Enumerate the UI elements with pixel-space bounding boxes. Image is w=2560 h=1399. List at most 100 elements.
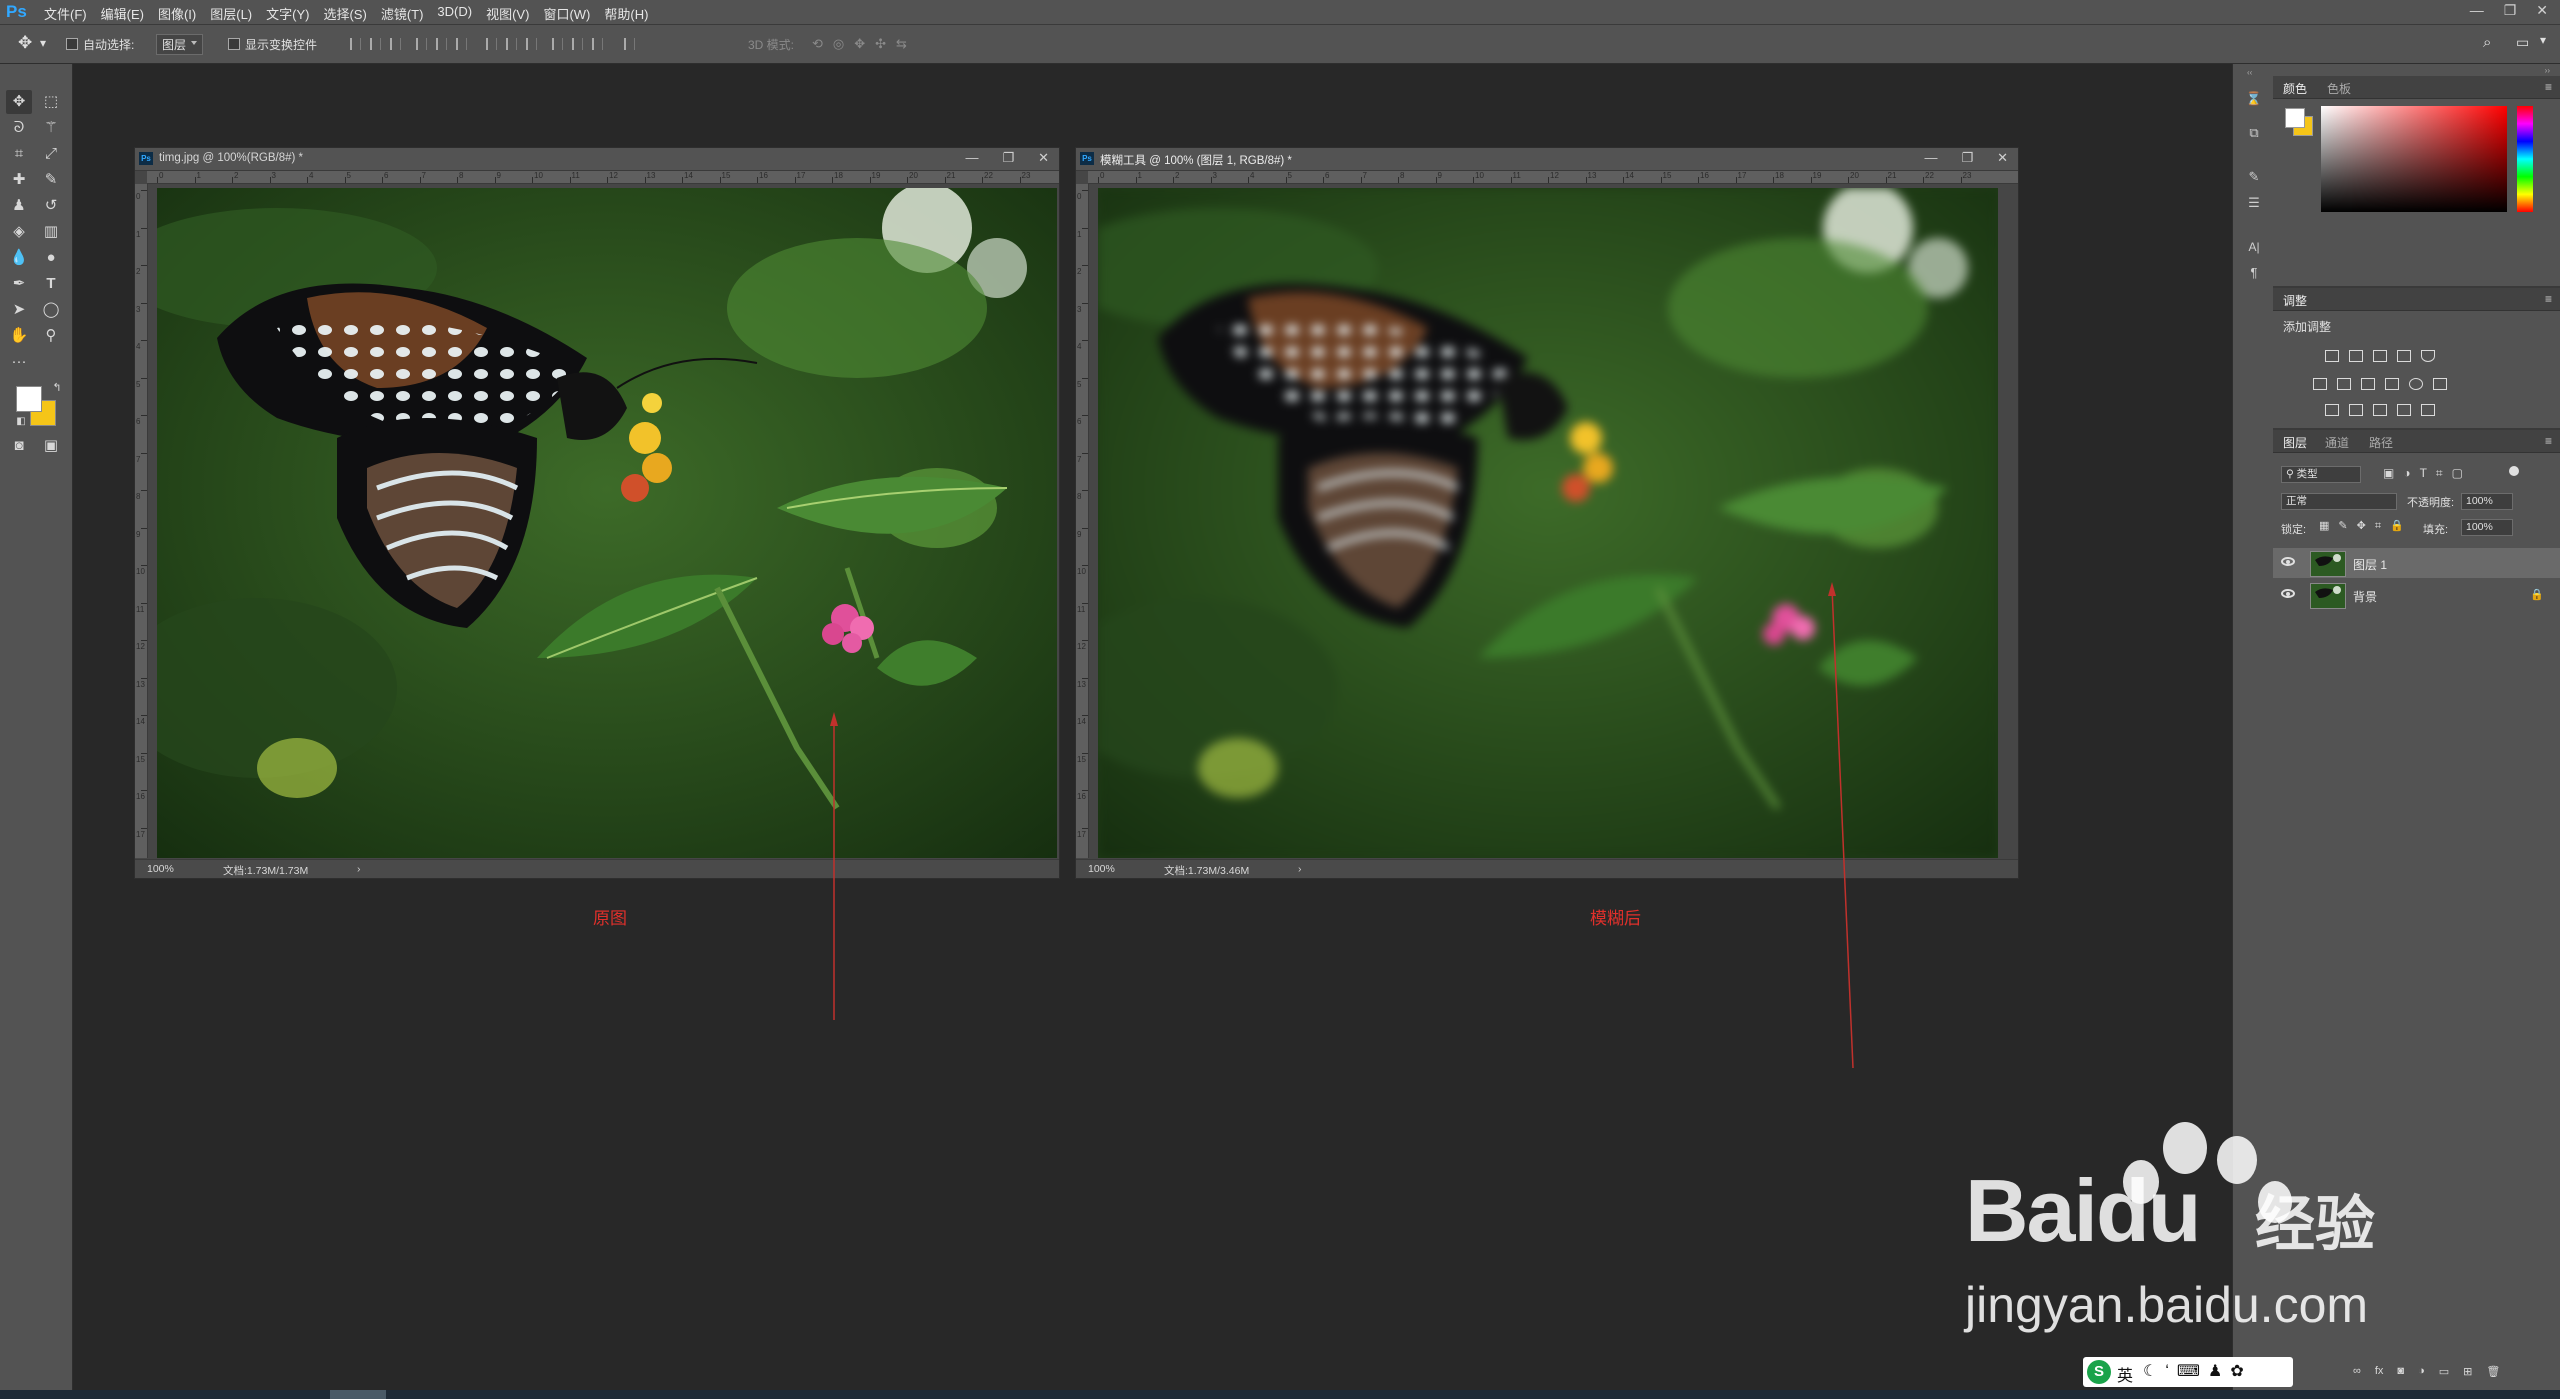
pen-tool-icon[interactable]: ✒: [6, 272, 32, 296]
show-transform-checkbox[interactable]: 显示变换控件: [228, 36, 317, 53]
zoom-level[interactable]: 100%: [147, 863, 174, 875]
auto-align-icon[interactable]: [624, 38, 635, 50]
dodge-tool-icon[interactable]: ●: [38, 246, 64, 270]
posterize-icon[interactable]: [2349, 404, 2363, 416]
tab-adjustments[interactable]: 调整: [2283, 292, 2307, 309]
opacity-field[interactable]: 100%: [2461, 493, 2513, 510]
lasso-tool-icon[interactable]: ᘐ: [6, 116, 32, 140]
vertical-ruler[interactable]: 0 1 2 3 4 5 6 7 8 9 10 11 12 13 14 15 16 17: [135, 184, 148, 858]
doc-restore-button[interactable]: ❐: [1002, 150, 1014, 166]
panel-menu-icon[interactable]: ≡: [2545, 434, 2552, 448]
move-tool-icon[interactable]: ✥: [6, 90, 32, 114]
menu-image[interactable]: 图像(I): [158, 4, 196, 23]
default-colors-icon[interactable]: ◧: [8, 410, 34, 434]
trash-icon[interactable]: 🗑: [2486, 1365, 2500, 1378]
document-window-blurred[interactable]: Ps 模糊工具 @ 100% (图层 1, RGB/8#) * — ❐ ✕ 0 1…: [1075, 147, 2019, 879]
status-menu-chevron-icon[interactable]: ›: [357, 863, 361, 875]
tab-layers[interactable]: 图层: [2283, 434, 2307, 451]
workspace-chevron-icon[interactable]: ▾: [2540, 33, 2546, 47]
menu-select[interactable]: 选择(S): [323, 4, 366, 23]
layer-filter-icons[interactable]: ▣◑T⌗▢: [2383, 466, 2472, 481]
doc-close-button[interactable]: ✕: [1997, 150, 2008, 166]
levels-icon[interactable]: [2349, 350, 2363, 362]
restore-button[interactable]: ❐: [2504, 2, 2517, 19]
brush-panel-icon[interactable]: ✎: [2245, 168, 2263, 186]
auto-select-dropdown[interactable]: 图层: [156, 34, 204, 55]
ime-tool-icons[interactable]: ☾ʻ⌨♟✿: [2143, 1361, 2252, 1381]
panel-menu-icon[interactable]: ≡: [2545, 292, 2552, 306]
menu-filter[interactable]: 滤镜(T): [381, 4, 424, 23]
lock-icons[interactable]: ▦✎✥⌗🔒: [2319, 519, 2413, 533]
align-hcenter-icon[interactable]: [436, 38, 447, 50]
document-window-original[interactable]: Ps timg.jpg @ 100%(RGB/8#) * — ❐ ✕ 01234…: [134, 147, 1060, 879]
tool-preset-chevron-icon[interactable]: ▾: [40, 36, 46, 50]
healing-brush-tool-icon[interactable]: ✚: [6, 168, 32, 192]
history-brush-tool-icon[interactable]: ↺: [38, 194, 64, 218]
channel-mixer-icon[interactable]: [2409, 378, 2423, 390]
gradient-tool-icon[interactable]: ▥: [38, 220, 64, 244]
mask-icon[interactable]: ◙: [2397, 1365, 2404, 1378]
close-button[interactable]: ✕: [2536, 2, 2548, 19]
menu-layer[interactable]: 图层(L): [210, 4, 252, 23]
adjustment-icon[interactable]: ◑: [2418, 1365, 2425, 1378]
vibrance-icon[interactable]: [2421, 350, 2435, 362]
ellipse-tool-icon[interactable]: ◯: [38, 298, 64, 322]
black-white-icon[interactable]: [2361, 378, 2375, 390]
zoom-tool-icon[interactable]: ⚲: [38, 324, 64, 348]
taskbar-item[interactable]: [330, 1390, 386, 1399]
align-right-icon[interactable]: [456, 38, 467, 50]
foreground-color-swatch-top[interactable]: [16, 386, 42, 412]
color-field[interactable]: [2321, 106, 2507, 212]
exposure-icon[interactable]: [2397, 350, 2411, 362]
menu-edit[interactable]: 编辑(E): [101, 4, 144, 23]
swap-colors-icon[interactable]: ↰: [44, 376, 70, 400]
clone-stamp-tool-icon[interactable]: ♟: [6, 194, 32, 218]
horizontal-ruler[interactable]: 0 1 2 3 4 5 6 7 8 9 10 11 12 13 14 15 16 17 18 19 20 21 22 23: [1088, 171, 2018, 184]
gradient-map-icon[interactable]: [2421, 404, 2435, 416]
collapse-strip-chevron-icon[interactable]: ‹‹: [2247, 68, 2252, 77]
hand-tool-icon[interactable]: ✋: [6, 324, 32, 348]
eye-icon[interactable]: [2281, 557, 2295, 566]
menu-view[interactable]: 视图(V): [486, 4, 529, 23]
blend-mode-dropdown[interactable]: 正常: [2281, 493, 2397, 510]
align-left-icon[interactable]: [416, 38, 427, 50]
hue-slider[interactable]: [2517, 106, 2533, 212]
collapse-panels-chevron-icon[interactable]: ››: [2545, 66, 2550, 75]
vertical-ruler[interactable]: 0 1 2 3 4 5 6 7 8 9 10 11 12 13 14 15 16 17: [1076, 184, 1089, 858]
character-panel-icon[interactable]: A|: [2245, 238, 2263, 256]
layer-filter-dropdown[interactable]: ⚲ 类型: [2281, 466, 2361, 483]
image-canvas[interactable]: [157, 188, 1057, 858]
threshold-icon[interactable]: [2373, 404, 2387, 416]
layer-row-layer1[interactable]: 图层 1: [2273, 548, 2560, 578]
eye-icon[interactable]: [2281, 589, 2295, 598]
doc-restore-button[interactable]: ❐: [1961, 150, 1973, 166]
selective-color-icon[interactable]: [2397, 404, 2411, 416]
distribute-top-icon[interactable]: [486, 38, 497, 50]
status-menu-chevron-icon[interactable]: ›: [1298, 863, 1302, 875]
curves-icon[interactable]: [2373, 350, 2387, 362]
invert-icon[interactable]: [2325, 404, 2339, 416]
layer-row-background[interactable]: 背景 🔒: [2273, 580, 2560, 610]
marquee-tool-icon[interactable]: ⬚: [38, 90, 64, 114]
menu-window[interactable]: 窗口(W): [543, 4, 590, 23]
tab-color[interactable]: 颜色: [2283, 80, 2307, 97]
minimize-button[interactable]: —: [2470, 2, 2484, 19]
document-titlebar[interactable]: Ps timg.jpg @ 100%(RGB/8#) * — ❐ ✕: [135, 148, 1059, 171]
color-balance-icon[interactable]: [2337, 378, 2351, 390]
menu-file[interactable]: 文件(F): [44, 4, 87, 23]
eraser-tool-icon[interactable]: ◈: [6, 220, 32, 244]
fg-swatch[interactable]: [2285, 108, 2305, 128]
align-top-icon[interactable]: [350, 38, 361, 50]
new-layer-icon[interactable]: ⊞: [2463, 1365, 2472, 1378]
layer-name[interactable]: 背景: [2353, 588, 2377, 605]
panel-menu-icon[interactable]: ≡: [2545, 80, 2552, 94]
brush-tool-icon[interactable]: ✎: [38, 168, 64, 192]
group-icon[interactable]: ▭: [2439, 1365, 2449, 1378]
fill-field[interactable]: 100%: [2461, 519, 2513, 536]
adjust-panel-icon[interactable]: ☰: [2245, 194, 2263, 212]
move-tool-icon[interactable]: ✥: [18, 33, 32, 53]
doc-minimize-button[interactable]: —: [1924, 150, 1937, 166]
filter-toggle[interactable]: [2509, 466, 2519, 476]
menu-3d[interactable]: 3D(D): [437, 4, 472, 23]
workspace-icon[interactable]: ▭: [2516, 34, 2529, 51]
